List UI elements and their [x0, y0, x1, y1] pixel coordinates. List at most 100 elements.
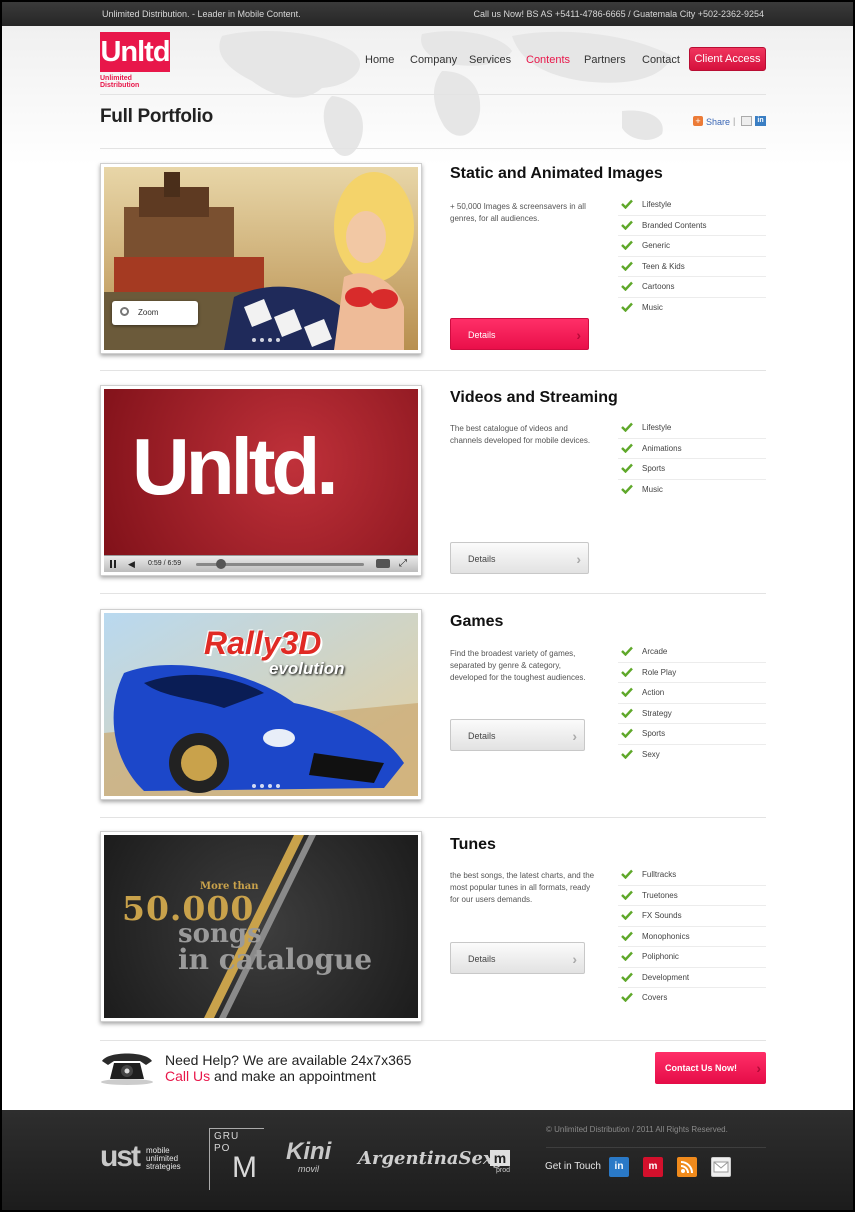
telephone-icon — [101, 1053, 153, 1085]
videos-details-button[interactable]: Details › — [450, 542, 589, 574]
tunes-thumbnail[interactable]: More than 50.000 songs in catalogue — [100, 831, 422, 1022]
list-item[interactable]: Sports — [618, 724, 766, 745]
list-item[interactable]: Animations — [618, 439, 766, 459]
progress-handle[interactable] — [216, 559, 226, 569]
brand-logo[interactable]: Unltd Unlimited Distribution — [100, 32, 172, 92]
list-item[interactable]: Lifestyle — [618, 418, 766, 439]
check-icon — [621, 220, 633, 230]
list-item[interactable]: Development — [618, 968, 766, 988]
nav-services[interactable]: Services — [469, 54, 511, 66]
list-item[interactable]: Action — [618, 683, 766, 704]
check-icon — [621, 992, 633, 1002]
list-item[interactable]: Covers — [618, 988, 766, 1009]
page: Unlimited Distribution. - Leader in Mobi… — [2, 2, 853, 1210]
volume-icon[interactable]: ◀ — [128, 559, 135, 570]
carousel-dots[interactable] — [252, 784, 280, 788]
images-thumbnail[interactable]: Zoom — [100, 163, 422, 354]
contact-us-button[interactable]: Contact Us Now! › — [655, 1052, 766, 1084]
games-details-button[interactable]: Details › — [450, 719, 585, 751]
grupo-m-logo[interactable]: GRU PO M — [209, 1128, 264, 1190]
ust-logo[interactable]: ust mobile unlimited strategies — [100, 1140, 190, 1180]
check-icon — [621, 422, 633, 432]
world-map-graphic — [219, 31, 672, 157]
check-icon — [621, 890, 633, 900]
list-item[interactable]: Generic — [618, 236, 766, 257]
check-icon — [621, 261, 633, 271]
list-item[interactable]: Strategy — [618, 704, 766, 724]
zoom-button[interactable]: Zoom — [112, 301, 198, 325]
check-icon — [621, 443, 633, 453]
list-item[interactable]: Music — [618, 480, 766, 501]
games-title: Games — [450, 613, 504, 630]
list-item[interactable]: Poliphonic — [618, 947, 766, 968]
games-thumbnail[interactable]: Rally3D evolution — [100, 609, 422, 800]
section-divider — [100, 817, 766, 818]
fullscreen-icon[interactable]: ⤢ — [399, 558, 407, 569]
header-divider — [100, 94, 766, 95]
images-preview: Zoom — [104, 167, 418, 350]
list-item[interactable]: Teen & Kids — [618, 257, 766, 277]
mail-icon[interactable] — [711, 1157, 731, 1177]
nav-partners[interactable]: Partners — [584, 54, 626, 66]
tunes-details-button[interactable]: Details › — [450, 942, 585, 974]
pause-icon[interactable] — [110, 560, 112, 568]
magnifier-icon — [120, 307, 129, 316]
check-icon — [621, 869, 633, 879]
check-icon — [621, 646, 633, 656]
list-item[interactable]: Truetones — [618, 886, 766, 906]
tunes-category-list: Fulltracks Truetones FX Sounds Monophoni… — [618, 865, 766, 1009]
list-item[interactable]: Lifestyle — [618, 195, 766, 216]
videos-title: Videos and Streaming — [450, 389, 618, 406]
check-icon — [621, 749, 633, 759]
list-item[interactable]: Music — [618, 298, 766, 319]
check-icon — [621, 687, 633, 697]
list-item[interactable]: Fulltracks — [618, 865, 766, 886]
client-access-button[interactable]: Client Access — [689, 47, 766, 71]
carousel-dots[interactable] — [252, 338, 280, 342]
m-icon[interactable]: m — [643, 1157, 663, 1177]
nav-contact[interactable]: Contact — [642, 54, 680, 66]
nav-contents[interactable]: Contents — [526, 54, 570, 66]
footer: ust mobile unlimited strategies GRU PO M… — [2, 1110, 853, 1210]
share-link[interactable]: Share — [706, 117, 730, 127]
videos-thumbnail[interactable]: Unltd. ◀ 0:59 / 6:59 ⤢ — [100, 385, 422, 576]
list-item[interactable]: Role Play — [618, 663, 766, 683]
linkedin-share-icon[interactable]: in — [755, 116, 766, 126]
argentina-sexy-logo[interactable]: ArgentinaSexy — [358, 1148, 504, 1169]
list-item[interactable]: Monophonics — [618, 927, 766, 947]
list-item[interactable]: Sports — [618, 459, 766, 480]
game-title: Rally3D — [204, 625, 322, 661]
list-item[interactable]: FX Sounds — [618, 906, 766, 927]
help-subtitle: Call Us and make an appointment — [165, 1068, 376, 1084]
nav-home[interactable]: Home — [365, 54, 394, 66]
get-in-touch-label: Get in Touch — [545, 1161, 601, 1172]
list-item[interactable]: Arcade — [618, 642, 766, 663]
video-player[interactable]: Unltd. ◀ 0:59 / 6:59 ⤢ — [104, 389, 418, 572]
game-subtitle: evolution — [269, 659, 345, 678]
list-item[interactable]: Branded Contents — [618, 216, 766, 236]
linkedin-icon[interactable]: in — [609, 1157, 629, 1177]
arrow-right-icon: › — [756, 1060, 761, 1076]
mprod-logo[interactable]: m prod — [490, 1150, 512, 1176]
check-icon — [621, 199, 633, 209]
video-controls[interactable]: ◀ 0:59 / 6:59 ⤢ — [104, 555, 418, 572]
call-us-link[interactable]: Call Us — [165, 1068, 210, 1084]
title-divider — [100, 148, 766, 149]
kini-movil-logo[interactable]: Kini movil — [286, 1138, 346, 1178]
arrow-right-icon: › — [576, 551, 581, 567]
email-share-icon[interactable] — [741, 116, 752, 126]
arrow-right-icon: › — [572, 951, 577, 967]
nav-company[interactable]: Company — [410, 54, 457, 66]
quality-icon[interactable] — [376, 559, 390, 568]
videos-description: The best catalogue of videos and channel… — [450, 424, 591, 445]
share-plus-icon[interactable]: + — [693, 116, 703, 126]
check-icon — [621, 951, 633, 961]
list-item[interactable]: Sexy — [618, 745, 766, 766]
games-preview: Rally3D evolution — [104, 613, 418, 796]
arrow-right-icon: › — [576, 327, 581, 343]
check-icon — [621, 302, 633, 312]
rss-icon[interactable] — [677, 1157, 697, 1177]
tunes-preview: More than 50.000 songs in catalogue — [104, 835, 418, 1018]
images-details-button[interactable]: Details › — [450, 318, 589, 350]
list-item[interactable]: Cartoons — [618, 277, 766, 298]
